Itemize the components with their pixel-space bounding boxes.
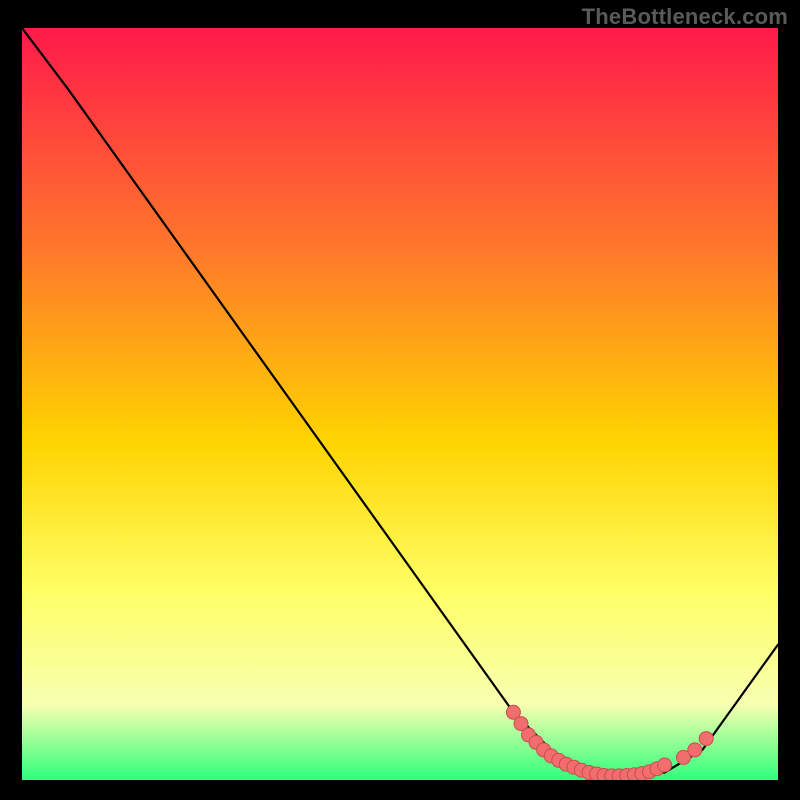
plot-area: [22, 28, 778, 780]
bottleneck-chart: [22, 28, 778, 780]
data-marker: [688, 743, 702, 757]
chart-frame: TheBottleneck.com: [0, 0, 800, 800]
data-marker: [658, 758, 672, 772]
data-marker: [699, 732, 713, 746]
gradient-background: [22, 28, 778, 780]
watermark-text: TheBottleneck.com: [582, 4, 788, 30]
